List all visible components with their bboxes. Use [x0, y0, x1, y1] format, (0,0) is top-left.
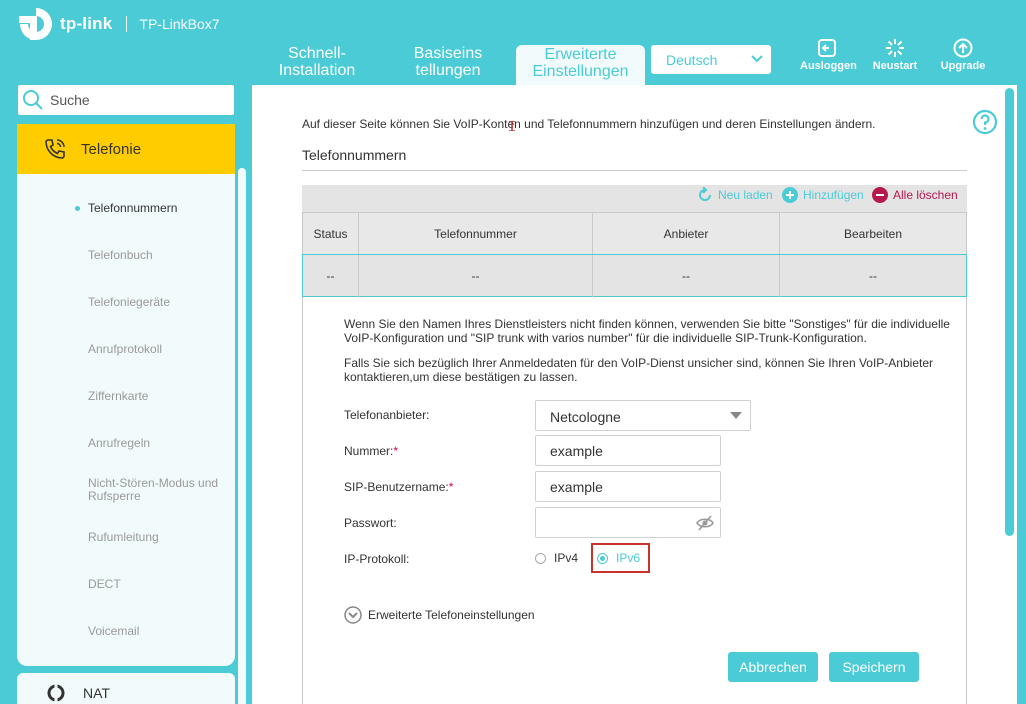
ipv6-highlight-box — [591, 543, 650, 573]
cancel-button[interactable]: Abbrechen — [728, 652, 818, 682]
page-description: Auf dieser Seite können Sie VoIP-Konten … — [302, 117, 876, 131]
phone-icon — [45, 139, 65, 159]
add-icon — [782, 187, 798, 203]
upgrade-icon — [953, 38, 973, 58]
sidebar-item-call-log[interactable]: Anrufprotokoll — [88, 343, 228, 356]
chevron-down-icon — [751, 55, 763, 63]
reboot-icon — [886, 39, 904, 57]
sidebar-item-dial-plan[interactable]: Ziffernkarte — [88, 390, 228, 403]
upgrade-button[interactable]: Upgrade — [939, 38, 987, 72]
sidebar-scrollbar[interactable] — [238, 168, 246, 704]
brand-name: tp-link — [60, 14, 113, 33]
search-input[interactable]: Suche — [18, 85, 234, 115]
tplink-logo-icon — [19, 8, 52, 40]
eye-hidden-icon[interactable] — [696, 515, 714, 531]
sidebar-section-nat[interactable]: NAT — [17, 673, 235, 704]
required-mark: * — [393, 444, 399, 458]
sidebar-item-phone-devices[interactable]: Telefoniegeräte — [88, 296, 228, 309]
cell-status: -- — [303, 255, 359, 297]
tab-quick-setup[interactable]: Schnell- Installation — [272, 45, 362, 85]
sidebar-item-phone-numbers[interactable]: Telefonnummern — [75, 202, 228, 215]
text-cursor-icon — [509, 121, 515, 131]
sidebar-section-nat-label: NAT — [83, 685, 110, 701]
sip-username-label: SIP-Benutzername:* — [344, 480, 454, 494]
ipv4-radio[interactable]: IPv4 — [535, 551, 578, 565]
table-header: Status Telefonnummer Anbieter Bearbeiten — [302, 212, 967, 255]
add-button[interactable]: Hinzufügen — [782, 187, 864, 203]
logout-icon — [818, 39, 836, 57]
sidebar-item-call-forwarding[interactable]: Rufumleitung — [88, 531, 228, 544]
logout-button[interactable]: Ausloggen — [800, 38, 857, 72]
delete-all-button[interactable]: Alle löschen — [872, 187, 958, 203]
table-toolbar — [302, 185, 967, 212]
chevron-down-circle-icon — [344, 606, 362, 624]
language-value: Deutsch — [666, 52, 718, 68]
sidebar-menu: Telefonie Telefonnummern Telefonbuch Tel… — [17, 124, 235, 666]
cell-edit: -- — [869, 269, 877, 283]
password-label: Passwort: — [344, 516, 397, 530]
model-name: TP-LinkBox7 — [139, 16, 220, 32]
reload-button[interactable]: Neu laden — [697, 187, 773, 203]
section-divider — [302, 170, 967, 171]
column-provider: Anbieter — [593, 213, 780, 255]
reboot-button[interactable]: Neustart — [871, 38, 919, 72]
form-note-provider: Wenn Sie den Namen Ihres Dienstleisters … — [344, 317, 950, 345]
provider-label: Telefonanbieter: — [344, 408, 430, 422]
cell-provider: -- — [593, 255, 780, 297]
sidebar-item-phonebook[interactable]: Telefonbuch — [88, 249, 228, 262]
tab-advanced-settings[interactable]: Erweiterte Einstellungen — [516, 45, 645, 85]
sidebar-item-dect[interactable]: DECT — [88, 578, 228, 591]
ip-protocol-label: IP-Protokoll: — [344, 552, 410, 566]
tplink-logo: tp-link TP-LinkBox7 — [16, 6, 220, 42]
table-row[interactable]: -- -- -- -- — [302, 254, 967, 297]
provider-value: Netcologne — [550, 409, 621, 425]
save-button[interactable]: Speichern — [829, 652, 919, 682]
provider-select[interactable]: Netcologne — [535, 400, 751, 431]
sidebar-section-label: Telefonie — [81, 140, 142, 158]
required-mark: * — [448, 480, 454, 494]
tab-basic-settings[interactable]: Basiseins tellungen — [398, 45, 498, 85]
number-input[interactable]: example — [535, 435, 721, 466]
sip-username-input[interactable]: example — [535, 471, 721, 502]
section-title: Telefonnummern — [302, 147, 407, 163]
help-icon[interactable] — [972, 109, 998, 135]
nat-icon — [47, 684, 65, 702]
column-edit: Bearbeiten — [843, 227, 903, 241]
sidebar-section-telephony[interactable]: Telefonie — [17, 124, 235, 174]
column-status: Status — [303, 213, 359, 255]
language-select[interactable]: Deutsch — [651, 45, 771, 74]
logo-separator — [126, 16, 128, 32]
radio-off-icon — [535, 552, 546, 564]
sidebar-item-voicemail[interactable]: Voicemail — [88, 625, 228, 638]
dropdown-arrow-icon — [730, 412, 742, 419]
refresh-icon — [699, 187, 711, 201]
main-scrollbar[interactable] — [1005, 88, 1014, 536]
sidebar-item-do-not-disturb[interactable]: Nicht-Stören-Modus und Rufsperre — [88, 477, 228, 503]
search-placeholder: Suche — [50, 92, 90, 108]
sidebar-item-call-rules[interactable]: Anrufregeln — [88, 437, 228, 450]
number-label: Nummer:* — [344, 444, 399, 458]
advanced-settings-toggle[interactable]: Erweiterte Telefoneinstellungen — [344, 606, 535, 624]
search-icon — [23, 90, 43, 110]
password-input[interactable] — [535, 507, 721, 538]
cell-phone-number: -- — [359, 255, 593, 297]
form-note-credentials: Falls Sie sich bezüglich Ihrer Anmeldeda… — [344, 356, 934, 384]
minus-icon — [872, 187, 888, 203]
column-phone-number: Telefonnummer — [359, 213, 593, 255]
